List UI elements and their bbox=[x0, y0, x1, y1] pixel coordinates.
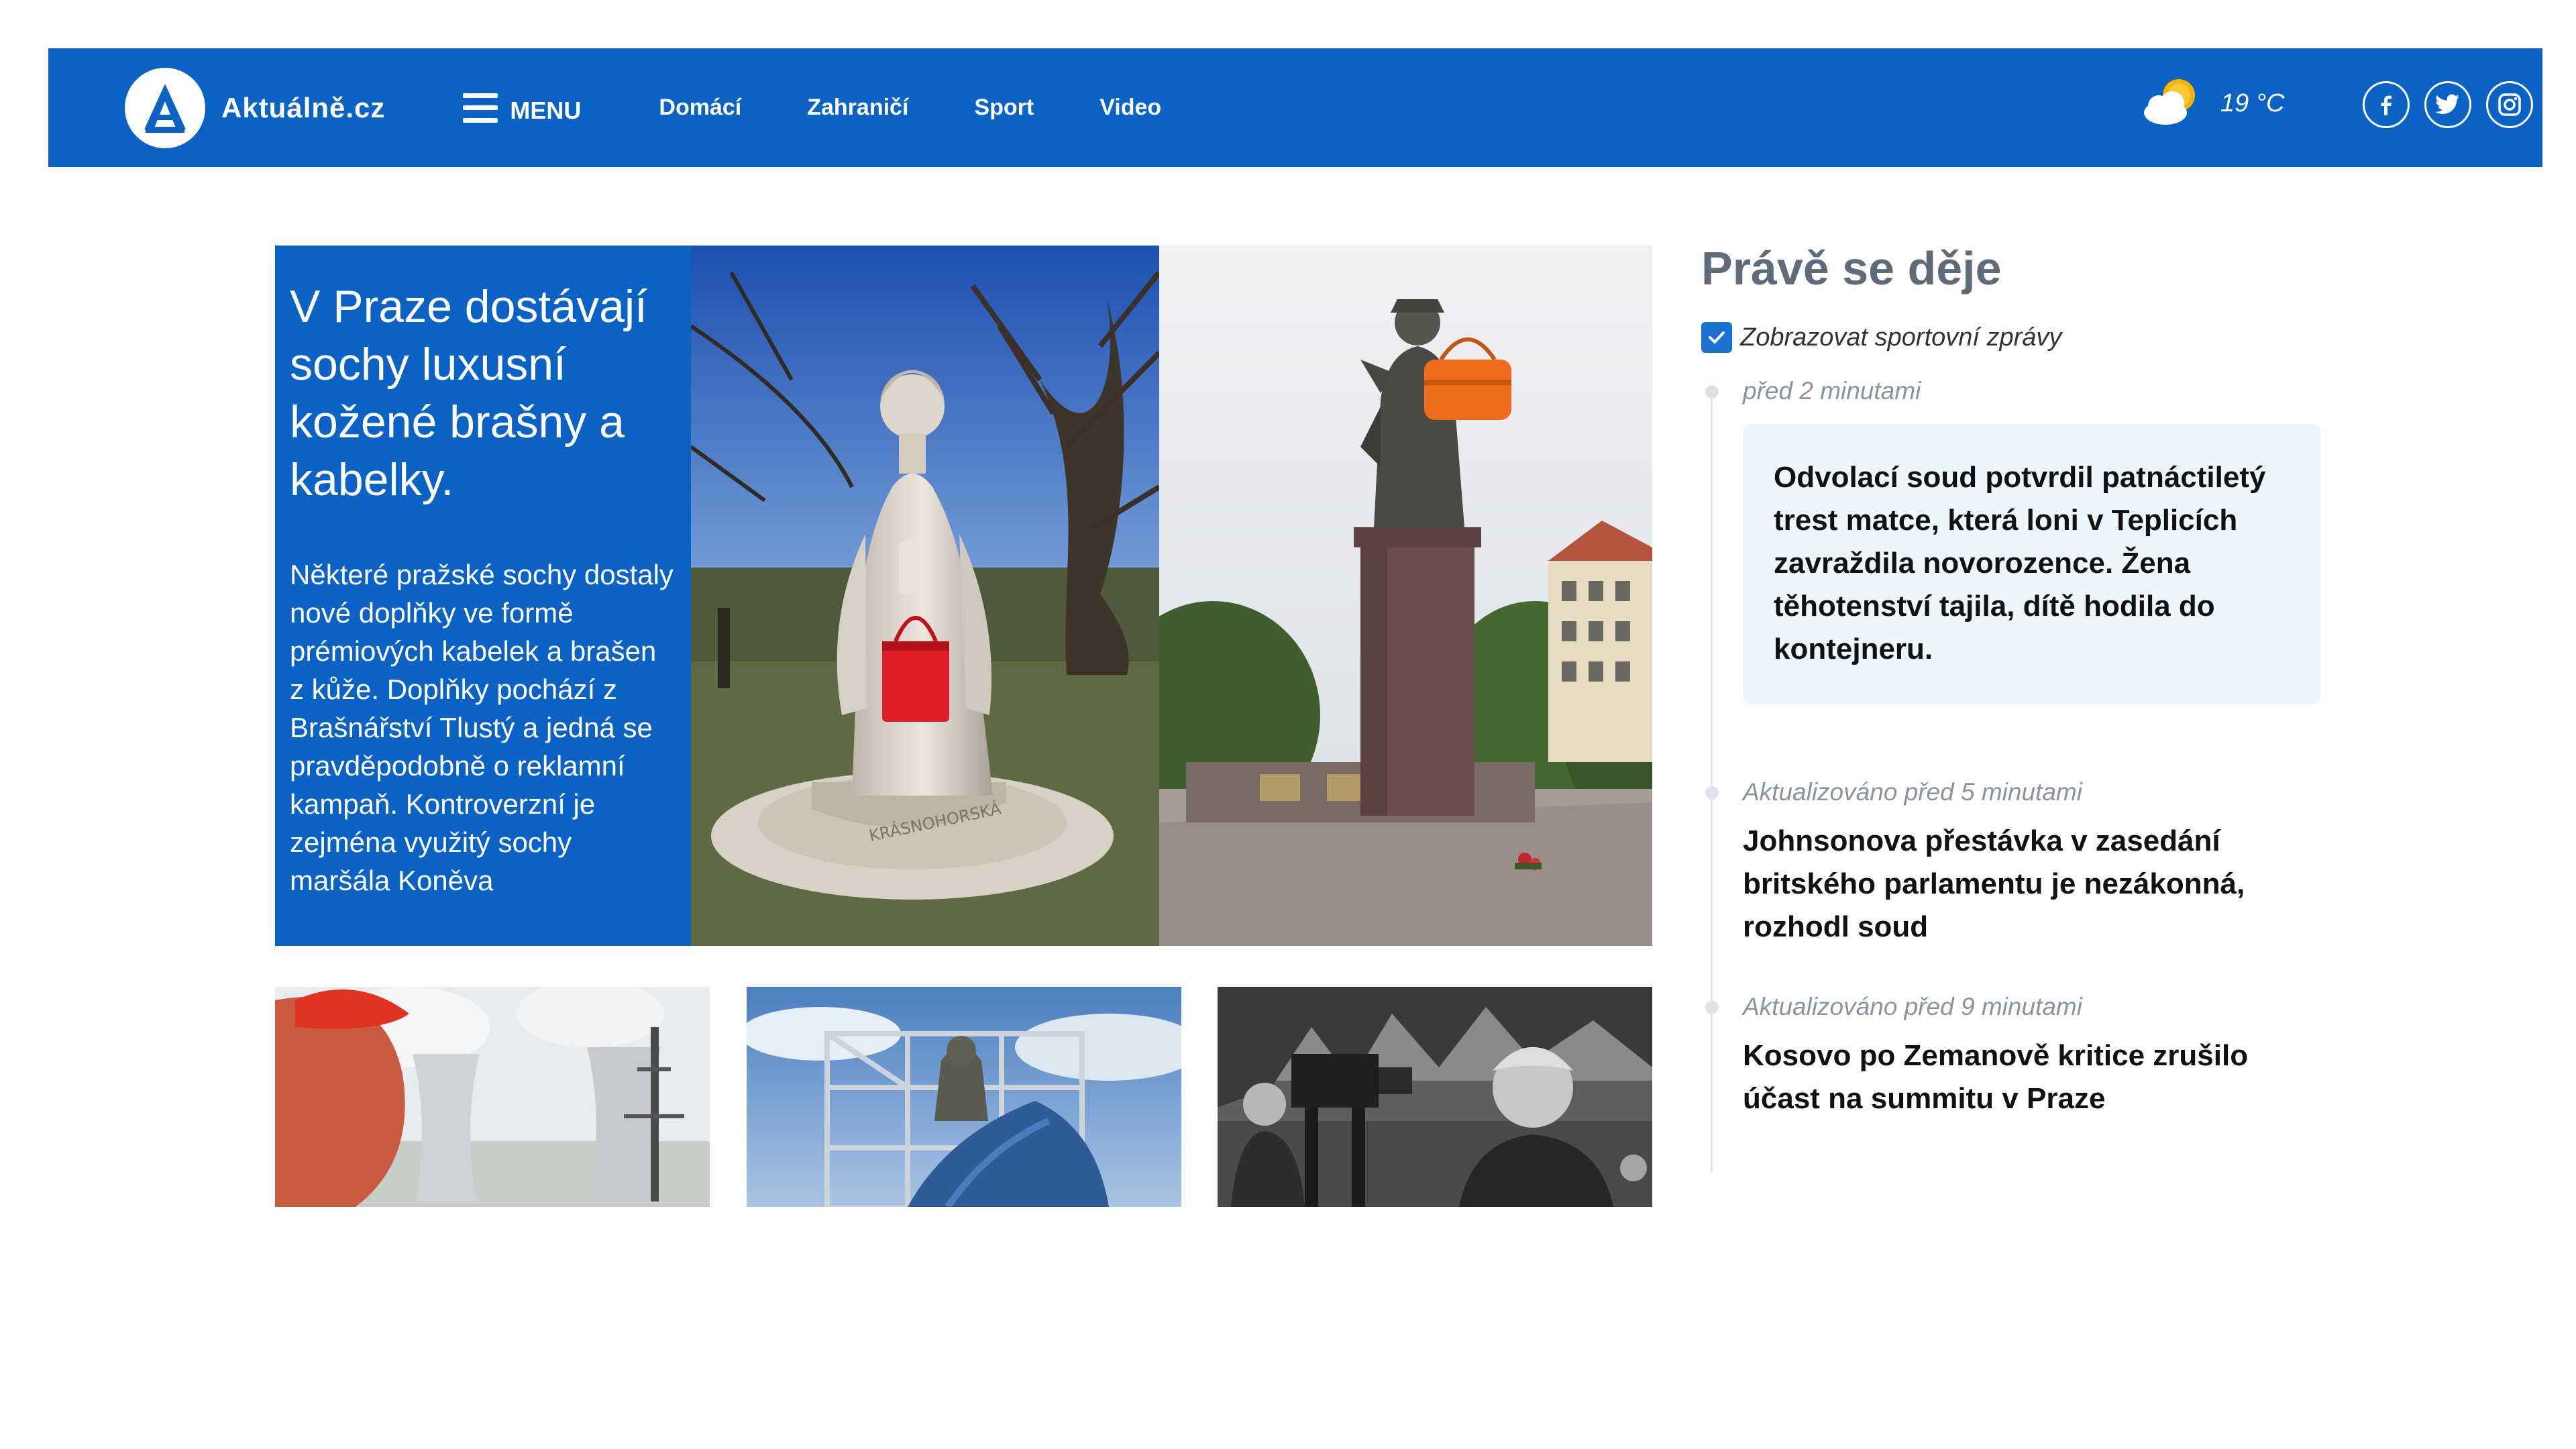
checkbox-checked-icon[interactable] bbox=[1701, 322, 1732, 353]
partly-cloudy-icon bbox=[2139, 75, 2203, 132]
timeline-dot bbox=[1705, 1001, 1719, 1014]
entry-timestamp: před 2 minutami bbox=[1743, 377, 1921, 405]
live-entry: před 2 minutami Odvolací soud potvrdil p… bbox=[1705, 377, 2325, 704]
hero-perex: Některé pražské sochy dostaly nové doplň… bbox=[290, 559, 674, 896]
timeline-dot bbox=[1705, 385, 1719, 398]
twitter-icon[interactable] bbox=[2424, 81, 2471, 128]
thumbnail-statue-scaffolding[interactable] bbox=[746, 987, 1181, 1207]
facebook-icon[interactable] bbox=[2363, 81, 2410, 128]
entry-timestamp: Aktualizováno před 9 minutami bbox=[1743, 993, 2082, 1020]
entry-headline-highlighted[interactable]: Odvolací soud potvrdil patnáctiletý tres… bbox=[1743, 424, 2321, 704]
live-feed-title: Právě se děje bbox=[1701, 242, 2002, 294]
hamburger-icon bbox=[463, 93, 498, 123]
nav-link-domaci[interactable]: Domácí bbox=[659, 95, 741, 121]
live-entry: Aktualizováno před 9 minutami Kosovo po … bbox=[1705, 993, 2325, 1120]
hero-image-konev-statue[interactable] bbox=[1159, 246, 1652, 946]
live-feed: Právě se děje Zobrazovat sportovní zpráv… bbox=[1701, 241, 2325, 1172]
nav-link-zahranici[interactable]: Zahraničí bbox=[807, 95, 908, 121]
thumbnail-film-crew[interactable] bbox=[1218, 987, 1652, 1207]
social-links bbox=[2363, 81, 2533, 128]
entry-timestamp: Aktualizováno před 5 minutami bbox=[1743, 778, 2082, 806]
entry-headline[interactable]: Johnsonova přestávka v zasedání britskéh… bbox=[1743, 820, 2300, 949]
timeline-line bbox=[1711, 390, 1713, 1172]
menu-label: MENU bbox=[510, 96, 582, 124]
weather-temperature: 19 °C bbox=[2220, 89, 2285, 117]
site-header: Aktuálně.cz MENU Domácí Zahraničí Sport … bbox=[48, 48, 2542, 167]
thumbnail-row bbox=[275, 987, 1652, 1207]
instagram-icon[interactable] bbox=[2486, 81, 2533, 128]
logo-a-icon bbox=[125, 67, 205, 148]
hero-title[interactable]: V Praze dostávají sochy luxusní kožené b… bbox=[290, 278, 676, 508]
menu-button[interactable]: MENU bbox=[463, 91, 581, 125]
thumbnail-power-plant[interactable] bbox=[275, 987, 710, 1207]
site-logo[interactable]: Aktuálně.cz bbox=[125, 67, 386, 148]
hero-text-panel: V Praze dostávají sochy luxusní kožené b… bbox=[275, 246, 691, 946]
live-timeline: před 2 minutami Odvolací soud potvrdil p… bbox=[1701, 377, 2325, 1172]
main-nav: Domácí Zahraničí Sport Video bbox=[659, 95, 1161, 121]
logo-text: Aktuálně.cz bbox=[221, 91, 386, 123]
sport-news-toggle-label: Zobrazovat sportovní zprávy bbox=[1740, 323, 2062, 352]
timeline-dot bbox=[1705, 786, 1719, 800]
entry-headline[interactable]: Kosovo po Zemanově kritice zrušilo účast… bbox=[1743, 1034, 2300, 1120]
nav-link-video[interactable]: Video bbox=[1099, 95, 1161, 121]
weather-widget[interactable]: 19 °C bbox=[2139, 75, 2284, 132]
hero-image-park-statue[interactable]: KRÁSNOHORSKÁ bbox=[691, 246, 1159, 946]
sport-news-toggle[interactable]: Zobrazovat sportovní zprávy bbox=[1701, 322, 2325, 353]
live-entry: Aktualizováno před 5 minutami Johnsonova… bbox=[1705, 778, 2325, 949]
nav-link-sport[interactable]: Sport bbox=[974, 95, 1034, 121]
hero-article[interactable]: V Praze dostávají sochy luxusní kožené b… bbox=[275, 246, 1652, 946]
